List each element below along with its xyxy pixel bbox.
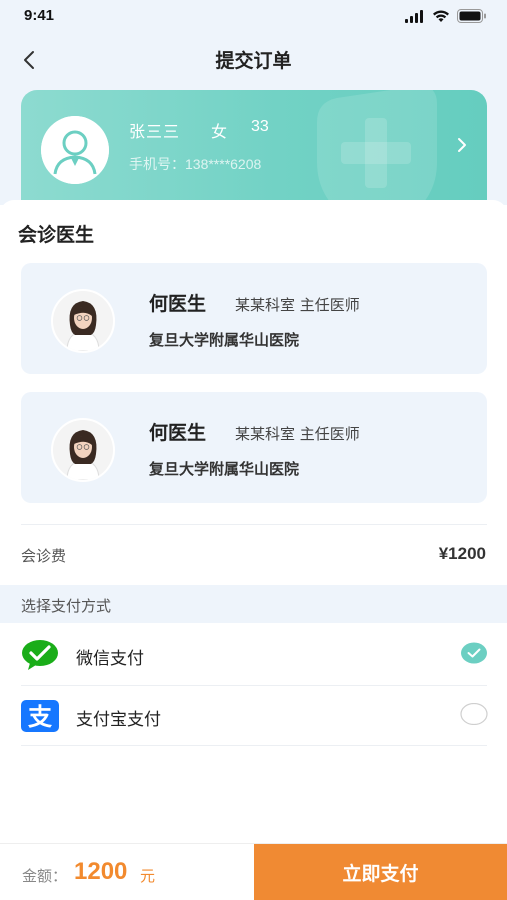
- radio-unchecked-icon[interactable]: [460, 703, 488, 725]
- payment-section-title: 选择支付方式: [21, 597, 112, 615]
- payment-section-header: 选择支付方式: [0, 585, 507, 623]
- patient-gender: 女: [211, 122, 228, 141]
- doctor-photo-icon: [53, 291, 113, 351]
- bottom-bar: 金额： 1200 元 立即支付: [0, 843, 507, 900]
- doctor-department: 某某科室 主任医师: [235, 296, 360, 314]
- user-avatar-icon: [41, 116, 109, 184]
- svg-text:支: 支: [28, 703, 53, 731]
- wechat-pay-icon: [22, 640, 58, 670]
- patient-age: 33: [251, 118, 269, 135]
- wifi-icon: [433, 9, 449, 22]
- section-title-doctors: 会诊医生: [18, 224, 95, 246]
- patient-card[interactable]: 张三三 女 33 手机号：138****6208: [21, 90, 487, 218]
- chevron-right-icon: [458, 138, 466, 152]
- doctor-hospital: 复旦大学附属华山医院: [149, 460, 300, 478]
- medical-shield-decoration: [317, 90, 437, 218]
- alipay-icon: 支: [21, 700, 59, 732]
- doctor-avatar: [51, 418, 115, 482]
- status-time: 9:41: [24, 7, 55, 24]
- status-bar: 9:41: [0, 0, 507, 34]
- patient-avatar: [41, 116, 109, 184]
- amount-label: 金额：: [22, 867, 68, 885]
- payment-option-alipay[interactable]: 支 支付宝支付: [0, 686, 507, 746]
- page-title: 提交订单: [215, 50, 292, 72]
- battery-icon: [457, 9, 486, 23]
- signal-icon: [405, 9, 423, 23]
- nav-bar: 提交订单: [0, 38, 507, 82]
- doctor-avatar: [51, 289, 115, 353]
- status-icons: [405, 9, 487, 23]
- doctor-card[interactable]: 何医生 某某科室 主任医师 复旦大学附属华山医院: [21, 263, 487, 374]
- fee-label: 会诊费: [21, 547, 67, 565]
- amount-unit: 元: [140, 867, 156, 885]
- pay-now-button[interactable]: 立即支付: [254, 844, 507, 900]
- doctor-card[interactable]: 何医生 某某科室 主任医师 复旦大学附属华山医院: [21, 392, 487, 503]
- divider: [21, 524, 487, 525]
- payment-option-wechat[interactable]: 微信支付: [0, 625, 507, 685]
- divider: [21, 745, 487, 746]
- amount-value: 1200: [74, 858, 128, 885]
- doctor-photo-icon: [53, 420, 113, 480]
- payment-option-label: 支付宝支付: [76, 710, 161, 730]
- payment-option-label: 微信支付: [76, 649, 144, 669]
- doctor-name: 何医生: [149, 293, 207, 315]
- doctor-department: 某某科室 主任医师: [235, 425, 360, 443]
- doctor-name: 何医生: [149, 422, 207, 444]
- fee-value: ¥1200: [438, 544, 486, 563]
- patient-name: 张三三: [129, 122, 181, 141]
- doctor-hospital: 复旦大学附属华山医院: [149, 331, 300, 349]
- radio-checked-icon[interactable]: [460, 642, 488, 664]
- patient-phone: 手机号：138****6208: [129, 156, 262, 172]
